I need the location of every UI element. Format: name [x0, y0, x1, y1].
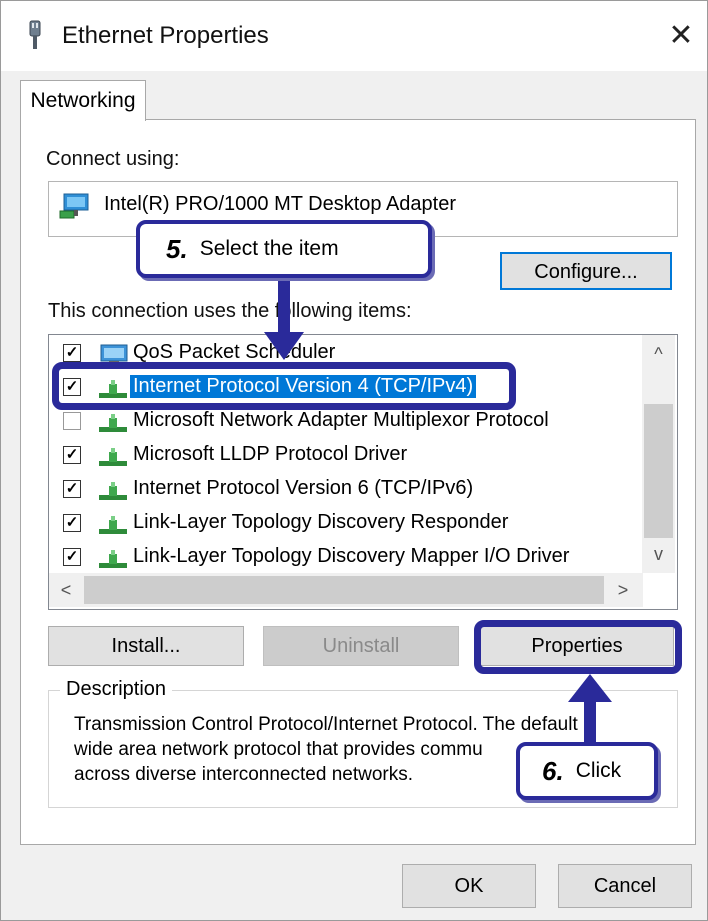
list-item[interactable]: Microsoft Network Adapter Multiplexor Pr…: [49, 406, 643, 439]
protocol-icon: [99, 482, 127, 500]
list-item-label: Link-Layer Topology Discovery Mapper I/O…: [133, 545, 570, 567]
step-text: Select the item: [199, 237, 339, 260]
list-item[interactable]: ✓ Link-Layer Topology Discovery Responde…: [49, 508, 643, 541]
checkbox[interactable]: ✓: [63, 480, 81, 498]
uninstall-button[interactable]: Uninstall: [263, 626, 459, 666]
description-line: Transmission Control Protocol/Internet P…: [74, 714, 578, 735]
step6-callout: 6. Click: [516, 742, 658, 800]
selected-item-highlight: [52, 362, 516, 410]
description-title: Description: [60, 678, 173, 701]
cancel-button[interactable]: Cancel: [558, 864, 692, 908]
list-item-label: Microsoft LLDP Protocol Driver: [133, 443, 408, 465]
adapter-name: Intel(R) PRO/1000 MT Desktop Adapter: [104, 193, 457, 215]
ethernet-connector-icon: [29, 20, 41, 49]
protocol-icon: [99, 448, 127, 466]
items-list-label: This connection uses the following items…: [48, 300, 412, 322]
properties-highlight: [474, 620, 682, 674]
checkbox[interactable]: ✓: [63, 344, 81, 362]
install-button[interactable]: Install...: [48, 626, 244, 666]
network-adapter-icon: [59, 193, 89, 219]
scroll-right-icon[interactable]: >: [606, 575, 640, 605]
protocol-icon: [99, 550, 127, 568]
list-item[interactable]: ✓ Microsoft LLDP Protocol Driver: [49, 440, 643, 473]
ok-button[interactable]: OK: [402, 864, 536, 908]
scroll-up-icon[interactable]: ^: [642, 337, 675, 371]
step5-callout: 5. Select the item: [136, 220, 432, 278]
list-item-label: Internet Protocol Version 6 (TCP/IPv6): [133, 477, 474, 499]
window-title: Ethernet Properties: [62, 22, 269, 49]
list-item[interactable]: ✓ Internet Protocol Version 6 (TCP/IPv6): [49, 474, 643, 507]
connect-using-label: Connect using:: [46, 148, 180, 170]
list-item-label: Link-Layer Topology Discovery Responder: [133, 511, 509, 533]
step-number: 6.: [542, 755, 564, 786]
step-number: 5.: [166, 233, 188, 264]
checkbox[interactable]: ✓: [63, 514, 81, 532]
protocol-icon: [99, 516, 127, 534]
list-item-label: QoS Packet Scheduler: [133, 341, 336, 363]
configure-button[interactable]: Configure...: [500, 252, 672, 290]
scroll-down-icon[interactable]: v: [642, 537, 675, 571]
step-text: Click: [575, 759, 622, 782]
tab-networking[interactable]: Networking: [20, 80, 146, 121]
list-item[interactable]: ✓ Link-Layer Topology Discovery Mapper I…: [49, 542, 643, 575]
checkbox[interactable]: ✓: [63, 548, 81, 566]
horizontal-scroll-thumb[interactable]: [84, 576, 604, 604]
checkbox[interactable]: ✓: [63, 446, 81, 464]
vertical-scroll-thumb[interactable]: [644, 404, 673, 538]
checkbox[interactable]: [63, 412, 81, 430]
scroll-left-icon[interactable]: <: [50, 575, 82, 605]
list-item-label: Microsoft Network Adapter Multiplexor Pr…: [133, 409, 549, 431]
close-button[interactable]: ✕: [660, 14, 702, 56]
protocol-icon: [99, 414, 127, 432]
